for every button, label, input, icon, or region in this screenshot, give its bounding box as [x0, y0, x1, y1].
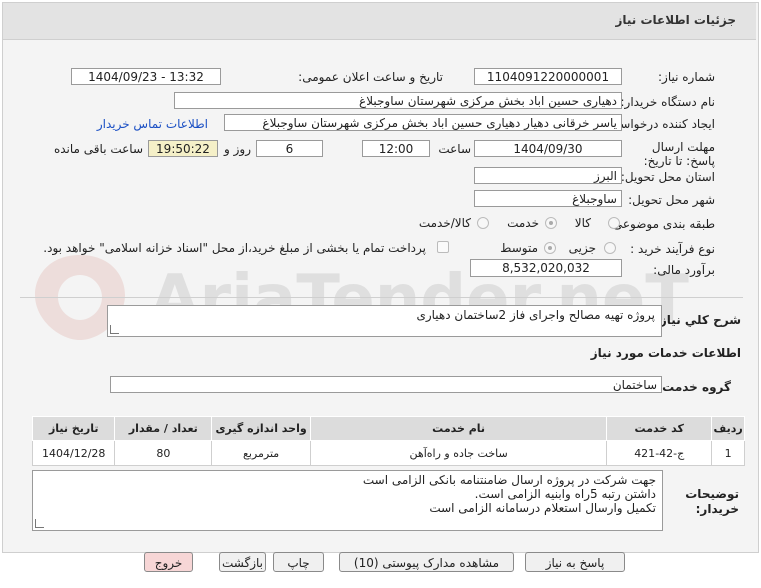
cell-row-number: 1 — [711, 440, 745, 466]
category-goods-service-radio[interactable] — [477, 217, 489, 229]
category-goods-label: کالا — [574, 216, 591, 230]
table-header-row: تاریخ نیاز تعداد / مقدار واحد اندازه گیر… — [31, 416, 745, 441]
estimate-label: برآورد مالی: — [653, 263, 715, 277]
col-row: ردیف — [711, 416, 745, 441]
resize-handle-icon[interactable] — [110, 325, 119, 334]
days-remaining-field: 6 — [256, 140, 323, 157]
services-info-heading: اطلاعات خدمات مورد نیاز — [590, 346, 741, 360]
purchase-small-radio[interactable] — [604, 242, 616, 254]
back-button[interactable]: بازگشت — [219, 552, 266, 572]
notes-line-1: جهت شرکت در پروژه ارسال ضامنتنامه بانکی … — [362, 473, 656, 487]
announce-datetime-field: 1404/09/23 - 13:32 — [71, 68, 221, 85]
service-group-label: گروه خدمت: — [657, 380, 731, 394]
exit-button[interactable]: خروج — [144, 552, 193, 572]
service-group-field: ساختمان — [110, 376, 662, 393]
cell-service-code: ج-42-421 — [606, 440, 713, 466]
purchase-medium-radio[interactable] — [544, 242, 556, 254]
category-goods-service-label: کالا/خدمت — [418, 216, 471, 230]
col-service-code: کد خدمت — [606, 416, 713, 441]
reply-button[interactable]: پاسخ به نیاز — [525, 552, 625, 572]
print-button[interactable]: چاپ — [273, 552, 324, 572]
notes-line-2: داشتن رتبه 5راه وابنیه الزامی است. — [474, 487, 656, 501]
services-table: تاریخ نیاز تعداد / مقدار واحد اندازه گیر… — [31, 416, 745, 466]
buyer-notes-textarea[interactable]: جهت شرکت در پروژه ارسال ضامنتنامه بانکی … — [32, 470, 663, 531]
need-number-field: 1104091220000001 — [474, 68, 622, 85]
purchase-medium-label: متوسط — [500, 241, 538, 255]
cell-unit: مترمربع — [211, 440, 311, 466]
notes-line-3: تکمیل وارسال استعلام درسامانه الزامی است — [429, 501, 656, 515]
category-goods-radio[interactable] — [608, 217, 620, 229]
deadline-time-field: 12:00 — [362, 140, 430, 157]
deadline-time-label: ساعت — [438, 142, 471, 156]
page-title: جزئیات اطلاعات نیاز — [615, 13, 736, 27]
province-field: البرز — [474, 167, 622, 184]
divider — [20, 297, 743, 298]
remaining-label: ساعت باقی مانده — [53, 142, 143, 156]
requester-field: یاسر خرقانی دهیار دهیاری حسین اباد بخش م… — [224, 114, 622, 131]
deadline-label: مهلت ارسال پاسخ: تا تاریخ: — [643, 140, 715, 168]
cell-quantity: 80 — [114, 440, 213, 466]
city-field: ساوجبلاغ — [474, 190, 622, 207]
col-unit: واحد اندازه گیری — [211, 416, 311, 441]
province-label: استان محل تحویل: — [620, 170, 715, 184]
buyer-notes-label: توضیحات خریدار: — [685, 487, 739, 516]
cell-need-date: 1404/12/28 — [31, 440, 116, 466]
col-service-name: نام خدمت — [309, 416, 608, 441]
estimate-field: 8,532,020,032 — [470, 259, 622, 277]
table-row[interactable]: 1404/12/28 80 مترمربع ساخت جاده و راه‌آه… — [31, 440, 745, 466]
description-text: پروژه تهیه مصالح واجرای فاز 2ساختمان دهی… — [416, 308, 655, 322]
cell-service-name: ساخت جاده و راه‌آهن — [309, 440, 608, 466]
col-quantity: تعداد / مقدار — [114, 416, 213, 441]
days-and-label: روز و — [224, 142, 251, 156]
buyer-org-field: دهیاری حسین اباد بخش مرکزی شهرستان ساوجب… — [174, 92, 622, 109]
need-number-label: شماره نیاز: — [658, 70, 715, 84]
description-label: شرح کلي نياز: — [655, 313, 741, 327]
treasury-payment-checkbox[interactable] — [437, 241, 449, 253]
panel-titlebar: جزئیات اطلاعات نیاز — [3, 3, 756, 40]
category-service-label: خدمت — [507, 216, 539, 230]
description-textarea[interactable]: پروژه تهیه مصالح واجرای فاز 2ساختمان دهی… — [107, 305, 662, 337]
category-service-radio[interactable] — [545, 217, 557, 229]
announce-datetime-label: تاریخ و ساعت اعلان عمومی: — [298, 70, 443, 84]
purchase-small-label: جزیی — [568, 241, 596, 255]
col-need-date: تاریخ نیاز — [31, 416, 116, 441]
city-label: شهر محل تحویل: — [628, 193, 715, 207]
deadline-date-field: 1404/09/30 — [474, 140, 622, 157]
payment-note: پرداخت تمام یا بخشی از مبلغ خرید،از محل … — [43, 241, 426, 255]
purchase-type-label: نوع فرآیند خرید : — [630, 242, 715, 256]
buyer-org-label: نام دستگاه خریدار: — [620, 95, 716, 109]
attachments-button[interactable]: مشاهده مدارک پیوستی (10) — [339, 552, 514, 572]
buyer-contact-link[interactable]: اطلاعات تماس خریدار — [97, 117, 208, 131]
category-label: طبقه بندی موضوعی: — [608, 217, 715, 231]
remaining-time-field: 19:50:22 — [148, 140, 218, 157]
resize-handle-icon[interactable] — [35, 519, 44, 528]
